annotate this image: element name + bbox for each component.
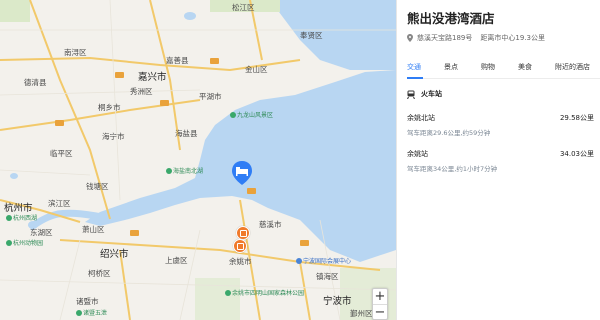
highway-shield (210, 58, 219, 64)
city-label: 滨江区 (48, 199, 71, 208)
zoom-in-button[interactable]: + (373, 289, 387, 304)
park-icon (6, 240, 12, 246)
city-label: 镇海区 (316, 272, 339, 281)
city-label: 嘉善县 (166, 56, 189, 65)
distance-text: 距离市中心19.3公里 (480, 34, 545, 42)
poi-label[interactable]: 海盐南北湖 (166, 168, 203, 176)
zoom-control: + − (372, 288, 388, 320)
building-icon (296, 258, 302, 264)
hotel-marker-icon[interactable] (231, 160, 253, 186)
city-label: 秀洲区 (130, 87, 153, 96)
city-label: 萧山区 (82, 225, 105, 234)
train-station-icon[interactable] (233, 239, 247, 253)
highway-shield (160, 100, 169, 106)
city-label: 慈溪市 (259, 220, 282, 229)
park-icon (76, 310, 82, 316)
train-station-icon[interactable] (236, 226, 250, 240)
hotel-title: 熊出没港湾酒店 (407, 11, 495, 26)
station-item[interactable]: 余姚站 34.03公里 驾车距离34公里,约1小时7分钟 (407, 149, 600, 173)
city-label: 诸暨市 (76, 297, 99, 306)
station-item[interactable]: 余姚北站 29.58公里 驾车距离29.6公里,约59分钟 (407, 113, 600, 137)
station-name: 余姚站 (407, 150, 428, 158)
city-label: 绍兴市 (100, 249, 129, 260)
station-name: 余姚北站 (407, 114, 435, 122)
station-distance: 34.03公里 (559, 150, 594, 158)
poi-label[interactable]: 杭州动物园 (6, 240, 43, 248)
city-label: 余姚市 (229, 257, 252, 266)
highway-shield (130, 230, 139, 236)
city-label: 杭州市 (4, 203, 33, 214)
poi-label[interactable]: 杭州西湖 (6, 215, 37, 223)
tab-shopping[interactable]: 购物 (481, 62, 518, 78)
city-label: 平湖市 (199, 92, 222, 101)
city-label: 德清县 (24, 78, 47, 87)
address-text: 慈溪天宝路189号 (417, 34, 473, 42)
park-icon (225, 290, 231, 296)
poi-label[interactable]: 余姚市四明山国家森林公园 (225, 290, 304, 298)
tab-food[interactable]: 美食 (518, 62, 555, 78)
city-label: 钱塘区 (86, 182, 109, 191)
park-icon (230, 112, 236, 118)
park-icon (166, 168, 172, 174)
city-label: 松江区 (232, 3, 255, 12)
section-title: 火车站 (421, 90, 442, 98)
location-pin-icon (407, 34, 413, 42)
poi-label[interactable]: 宁波国际会展中心 (296, 258, 351, 266)
tab-attractions[interactable]: 景点 (444, 62, 481, 78)
tab-transport[interactable]: 交通 (407, 62, 444, 79)
highway-shield (115, 72, 124, 78)
zoom-out-button[interactable]: − (373, 304, 387, 320)
city-label: 柯桥区 (88, 269, 111, 278)
park-icon (6, 215, 12, 221)
hotel-info-panel: 熊出没港湾酒店 慈溪天宝路189号 距离市中心19.3公里 交通 景点 购物 美… (396, 0, 600, 320)
station-drive-info: 驾车距离34公里,约1小时7分钟 (407, 165, 498, 173)
station-distance: 29.58公里 (559, 114, 594, 122)
city-label: 宁波市 (323, 296, 352, 307)
city-label: 鄞州区 (350, 309, 373, 318)
city-label: 临平区 (50, 149, 73, 158)
city-label: 东湖区 (30, 228, 53, 237)
train-icon (407, 90, 415, 99)
highway-shield (55, 120, 64, 126)
tab-nearby-hotels[interactable]: 附近的酒店 (555, 62, 590, 78)
category-tabs: 交通 景点 购物 美食 附近的酒店 (407, 62, 600, 79)
city-label: 海盐县 (175, 129, 198, 138)
city-label: 桐乡市 (98, 103, 121, 112)
train-section-header: 火车站 (407, 89, 600, 99)
hotel-address-line: 慈溪天宝路189号 距离市中心19.3公里 (407, 33, 600, 43)
highway-shield (247, 188, 256, 194)
city-label: 南浔区 (64, 48, 87, 57)
city-label: 金山区 (245, 65, 268, 74)
poi-label[interactable]: 诸暨五泄 (76, 310, 107, 318)
poi-label[interactable]: 九龙山风景区 (230, 112, 273, 120)
city-label: 海宁市 (102, 132, 125, 141)
city-label: 嘉兴市 (138, 72, 167, 83)
highway-shield (300, 240, 309, 246)
station-drive-info: 驾车距离29.6公里,约59分钟 (407, 129, 491, 137)
city-label: 奉贤区 (300, 31, 323, 40)
map-view[interactable]: 松江区 南浔区 奉贤区 嘉善县 嘉兴市 金山区 平湖市 德清县 桐乡市 海盐县 … (0, 0, 396, 320)
city-label: 上虞区 (165, 256, 188, 265)
